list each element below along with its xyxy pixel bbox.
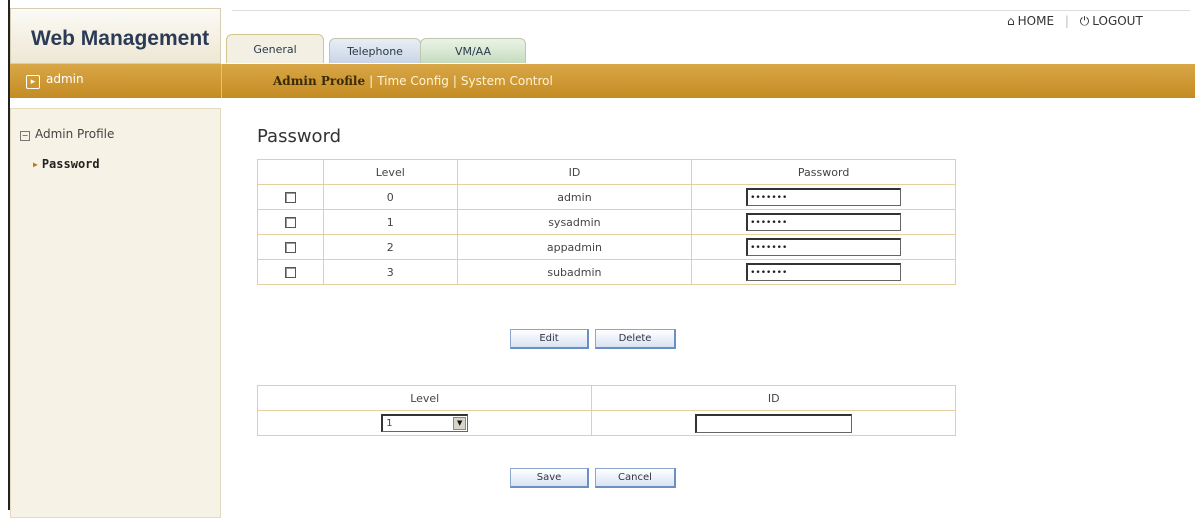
column-header-level: Level [256, 385, 593, 411]
header-bar: ▸ admin Admin Profile | Time Config | System … [10, 64, 1195, 98]
sub-navigation: Admin Profile | Time Config | System Control [273, 74, 553, 88]
row-select-cell [257, 234, 324, 260]
app-title: Web Management [31, 27, 210, 50]
level-cell: 0 [322, 184, 458, 210]
table-row: 3 subadmin ••••••• [257, 259, 956, 285]
id-cell: sysadmin [456, 209, 693, 235]
table-header-row: Level ID Password [257, 159, 956, 185]
logout-icon: ⏻ [1079, 14, 1090, 28]
top-links-divider: | [1064, 14, 1069, 28]
id-cell: subadmin [456, 259, 693, 285]
current-user: ▸ admin [26, 72, 84, 89]
column-header-level: Level [322, 159, 458, 185]
password-cell: ••••••• [691, 259, 956, 285]
home-link[interactable]: ⌂ HOME [1007, 14, 1054, 28]
sidebar-item-label: Password [41, 157, 100, 171]
column-header-id: ID [591, 385, 956, 411]
column-header-select [257, 159, 324, 185]
tab-general[interactable]: General [226, 34, 324, 63]
logout-link[interactable]: ⏻ LOGOUT [1080, 14, 1143, 28]
password-field[interactable]: ••••••• [746, 188, 902, 206]
id-input-cell [591, 410, 956, 436]
cancel-button[interactable]: Cancel [595, 468, 676, 488]
subnav-system-control[interactable]: System Control [461, 74, 553, 88]
level-cell: 1 [322, 209, 458, 235]
table-row: 2 appadmin ••••••• [257, 234, 956, 260]
password-cell: ••••••• [691, 234, 956, 260]
row-select-cell [257, 209, 324, 235]
sidebar: − Admin Profile ▶ Password [10, 108, 221, 518]
top-links: ⌂ HOME | ⏻ LOGOUT [1007, 14, 1143, 29]
column-header-id: ID [456, 159, 693, 185]
row-checkbox[interactable] [284, 217, 296, 228]
user-icon: ▸ [26, 75, 40, 89]
table-row: 0 admin ••••••• [257, 184, 956, 210]
collapse-icon[interactable]: − [20, 131, 30, 141]
tab-telephone[interactable]: Telephone [329, 38, 421, 63]
password-field[interactable]: ••••••• [746, 238, 902, 256]
level-cell: 2 [322, 234, 458, 260]
save-button[interactable]: Save [510, 468, 589, 488]
logout-link-label: LOGOUT [1092, 14, 1143, 28]
user-name: admin [46, 72, 84, 86]
top-divider [232, 10, 1190, 11]
password-field[interactable]: ••••••• [746, 263, 902, 281]
subnav-admin-profile[interactable]: Admin Profile [273, 74, 365, 88]
app-logo: Web Management [10, 8, 221, 64]
row-checkbox[interactable] [284, 192, 296, 203]
sidebar-item-password[interactable]: ▶ Password [33, 157, 100, 171]
column-header-password: Password [691, 159, 956, 185]
password-cell: ••••••• [691, 209, 956, 235]
table-row: 1 sysadmin ••••••• [257, 209, 956, 235]
password-field[interactable]: ••••••• [746, 213, 902, 231]
table-row: 1 ▼ [256, 410, 956, 436]
header-divider [221, 64, 222, 98]
subnav-divider: | [452, 74, 457, 88]
password-cell: ••••••• [691, 184, 956, 210]
delete-button[interactable]: Delete [595, 329, 676, 349]
password-table: Level ID Password 0 admin ••••••• 1 sysa… [257, 159, 956, 285]
chevron-down-icon[interactable]: ▼ [453, 417, 467, 430]
home-icon: ⌂ [1007, 14, 1015, 28]
subnav-time-config[interactable]: Time Config [377, 74, 449, 88]
edit-button[interactable]: Edit [510, 329, 589, 349]
row-select-cell [257, 259, 324, 285]
subnav-divider: | [369, 74, 374, 88]
new-entry-table: Level ID 1 ▼ [256, 385, 956, 436]
sidebar-group-label: Admin Profile [35, 127, 115, 141]
row-select-cell [257, 184, 324, 210]
table-header-row: Level ID [256, 385, 956, 411]
sidebar-group-admin-profile[interactable]: − Admin Profile [20, 127, 114, 141]
row-checkbox[interactable] [284, 242, 296, 253]
page-title: Password [257, 126, 342, 147]
home-link-label: HOME [1017, 14, 1055, 28]
level-select[interactable]: 1 ▼ [381, 414, 469, 432]
level-select-value: 1 [386, 418, 393, 429]
level-select-cell: 1 ▼ [256, 410, 593, 436]
id-cell: appadmin [456, 234, 693, 260]
id-cell: admin [456, 184, 693, 210]
tab-vm-aa[interactable]: VM/AA [420, 38, 526, 63]
level-cell: 3 [322, 259, 458, 285]
id-input[interactable] [695, 413, 853, 433]
bullet-arrow-icon: ▶ [33, 160, 38, 169]
row-checkbox[interactable] [284, 267, 296, 278]
